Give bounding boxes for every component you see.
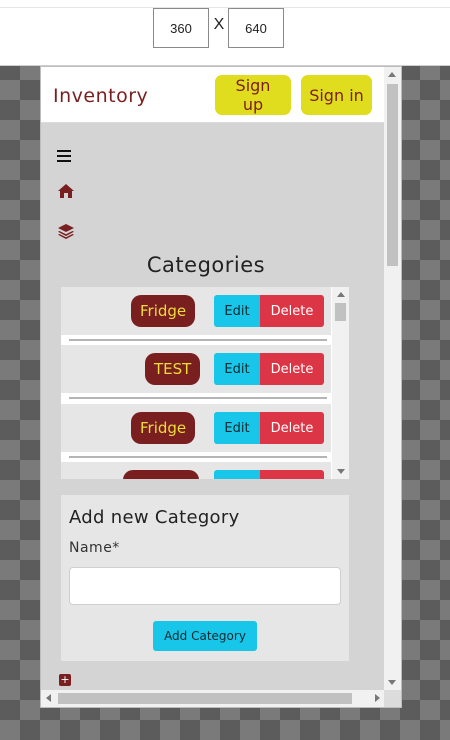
scroll-right-arrow-icon[interactable] (375, 694, 380, 702)
add-category-form: Add new Category Name* Add Category (61, 495, 349, 661)
category-name-badge[interactable]: Fridge (131, 295, 196, 327)
name-field-label: Name* (69, 540, 120, 556)
scrollbar-thumb[interactable] (58, 693, 352, 704)
category-name-badge[interactable]: TEST (145, 353, 201, 385)
edit-category-button[interactable]: Edit (214, 412, 260, 444)
list-divider (69, 339, 327, 341)
scroll-down-arrow-icon[interactable] (337, 469, 345, 474)
list-divider (69, 456, 327, 458)
delete-category-button[interactable]: Delete (260, 295, 324, 327)
viewport-width-input[interactable]: 360 (153, 8, 209, 48)
viewport-height-input[interactable]: 640 (228, 8, 284, 48)
edit-category-button[interactable]: Edit (214, 353, 260, 385)
dimension-separator: X (213, 16, 225, 33)
navbar: Inventory Sign up Sign in (41, 67, 385, 123)
delete-category-button[interactable]: Delete (260, 353, 324, 385)
add-category-title: Add new Category (69, 507, 240, 528)
plus-square-icon[interactable]: + (59, 674, 71, 686)
sign-in-button[interactable]: Sign in (301, 75, 372, 115)
categories-title: Categories (146, 253, 266, 277)
scroll-up-arrow-icon[interactable] (388, 72, 396, 77)
layers-icon[interactable] (57, 223, 75, 243)
toolbar-divider (0, 7, 450, 8)
edit-category-button[interactable]: Edit (214, 295, 260, 327)
category-list-scrollbar[interactable] (332, 287, 349, 479)
brand-link[interactable]: Inventory (53, 85, 148, 107)
page-vertical-scrollbar[interactable] (384, 67, 401, 690)
device-viewport: Inventory Sign up Sign in Categories Fri… (40, 66, 402, 708)
category-item-partial (61, 462, 331, 479)
scrollbar-thumb[interactable] (387, 84, 398, 266)
home-icon[interactable] (57, 183, 75, 203)
scroll-up-arrow-icon[interactable] (337, 292, 345, 297)
category-list[interactable]: Fridge Edit Delete TEST Edit Delete Frid… (61, 287, 349, 479)
sign-up-button[interactable]: Sign up (215, 75, 291, 115)
edit-category-button[interactable] (214, 470, 260, 479)
scroll-left-arrow-icon[interactable] (46, 694, 51, 702)
emulator-toolbar: 360 X 640 (0, 0, 450, 66)
scrollbar-corner (384, 690, 401, 707)
menu-icon[interactable] (57, 150, 71, 164)
scrollbar-thumb[interactable] (335, 303, 346, 321)
category-item: Fridge Edit Delete (61, 287, 331, 335)
category-name-badge[interactable] (123, 470, 199, 479)
category-item: Fridge Edit Delete (61, 404, 331, 452)
category-item: TEST Edit Delete (61, 345, 331, 393)
list-divider (69, 397, 327, 399)
delete-category-button[interactable]: Delete (260, 412, 324, 444)
category-name-badge[interactable]: Fridge (131, 412, 196, 444)
delete-category-button[interactable] (260, 470, 324, 479)
add-category-button[interactable]: Add Category (153, 621, 257, 651)
category-name-input[interactable] (69, 567, 341, 605)
scroll-down-arrow-icon[interactable] (388, 680, 396, 685)
page-horizontal-scrollbar[interactable] (41, 690, 385, 707)
